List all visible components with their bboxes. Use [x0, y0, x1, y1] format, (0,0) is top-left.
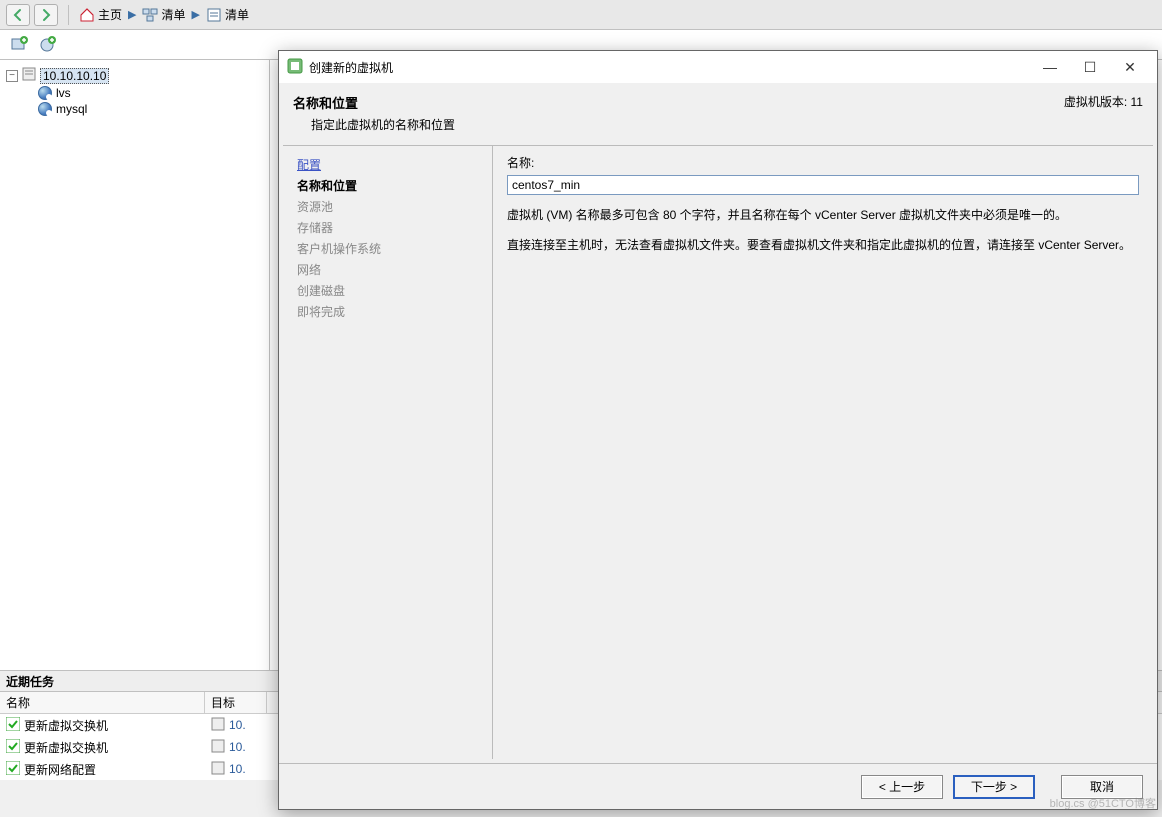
- step-storage: 存储器: [297, 217, 478, 238]
- new-vm-icon[interactable]: [10, 35, 30, 55]
- task-name: 更新虚拟交换机: [24, 717, 108, 734]
- tree-collapse-icon[interactable]: −: [6, 70, 18, 82]
- window-minimize-button[interactable]: —: [1037, 59, 1063, 75]
- new-resource-icon[interactable]: [38, 35, 58, 55]
- step-name-location[interactable]: 名称和位置: [297, 175, 478, 196]
- name-hint-2: 直接连接至主机时，无法查看虚拟机文件夹。要查看虚拟机文件夹和指定此虚拟机的位置，…: [507, 235, 1139, 255]
- breadcrumb-inventory2-label: 清单: [225, 6, 249, 23]
- window-close-button[interactable]: ✕: [1117, 59, 1143, 76]
- dialog-footer: < 上一步 下一步 > 取消: [279, 763, 1157, 809]
- back-button[interactable]: < 上一步: [861, 775, 943, 799]
- watermark: blog.cs @51CTO博客: [1050, 795, 1156, 811]
- name-hint-1: 虚拟机 (VM) 名称最多可包含 80 个字符，并且名称在每个 vCenter …: [507, 205, 1139, 225]
- host-icon: [22, 67, 36, 84]
- breadcrumb-home-label: 主页: [98, 6, 122, 23]
- dialog-header-subtitle: 指定此虚拟机的名称和位置: [293, 116, 455, 133]
- step-network: 网络: [297, 259, 478, 280]
- task-target: 10.: [229, 740, 246, 754]
- task-name: 更新虚拟交换机: [24, 739, 108, 756]
- tree-vm-lvs[interactable]: lvs: [4, 85, 265, 101]
- step-config[interactable]: 配置: [297, 154, 478, 175]
- inventory-tree: − 10.10.10.10 lvs mysql: [0, 60, 270, 670]
- home-icon: [79, 7, 95, 23]
- toolbar-divider: [68, 5, 69, 25]
- breadcrumb-inventory-2[interactable]: 清单: [206, 6, 249, 23]
- task-status-ok-icon: [6, 761, 20, 778]
- breadcrumb-separator-icon: ▶: [192, 8, 200, 21]
- vm-name-input[interactable]: [507, 175, 1139, 195]
- step-guest-os: 客户机操作系统: [297, 238, 478, 259]
- inventory-icon: [206, 7, 222, 23]
- breadcrumb-home[interactable]: 主页: [79, 6, 122, 23]
- breadcrumb-separator-icon: ▶: [128, 8, 136, 21]
- task-col-target[interactable]: 目标: [205, 692, 267, 713]
- tree-vm-mysql[interactable]: mysql: [4, 101, 265, 117]
- task-col-name[interactable]: 名称: [0, 692, 205, 713]
- inventory-icon: [142, 7, 158, 23]
- dialog-body: 配置 名称和位置 资源池 存储器 客户机操作系统 网络 创建磁盘 即将完成 名称…: [283, 145, 1153, 759]
- wizard-steps: 配置 名称和位置 资源池 存储器 客户机操作系统 网络 创建磁盘 即将完成: [283, 146, 493, 759]
- dialog-header-title: 名称和位置: [293, 93, 455, 112]
- task-target: 10.: [229, 762, 246, 776]
- breadcrumb: 主页 ▶ 清单 ▶ 清单: [79, 6, 249, 23]
- host-icon: [211, 761, 225, 778]
- host-icon: [211, 717, 225, 734]
- step-resource-pool: 资源池: [297, 196, 478, 217]
- task-name: 更新网络配置: [24, 761, 96, 778]
- window-maximize-button[interactable]: ☐: [1077, 59, 1103, 76]
- main-toolbar: 主页 ▶ 清单 ▶ 清单: [0, 0, 1162, 30]
- nav-forward-button[interactable]: [34, 4, 58, 26]
- host-icon: [211, 739, 225, 756]
- tree-vm-mysql-label: mysql: [56, 102, 87, 116]
- name-label: 名称:: [507, 154, 1139, 171]
- breadcrumb-inventory-1[interactable]: 清单: [142, 6, 185, 23]
- recent-tasks-title: 近期任务: [6, 673, 54, 690]
- step-create-disk: 创建磁盘: [297, 280, 478, 301]
- dialog-header: 名称和位置 指定此虚拟机的名称和位置 虚拟机版本: 11: [279, 83, 1157, 141]
- vsphere-icon: [287, 58, 303, 77]
- vm-icon: [38, 86, 52, 100]
- step-ready-complete: 即将完成: [297, 301, 478, 322]
- dialog-title: 创建新的虚拟机: [309, 59, 1031, 76]
- next-button[interactable]: 下一步 >: [953, 775, 1035, 799]
- new-vm-dialog: 创建新的虚拟机 — ☐ ✕ 名称和位置 指定此虚拟机的名称和位置 虚拟机版本: …: [278, 50, 1158, 810]
- dialog-titlebar[interactable]: 创建新的虚拟机 — ☐ ✕: [279, 51, 1157, 83]
- tree-vm-lvs-label: lvs: [56, 86, 71, 100]
- breadcrumb-inventory1-label: 清单: [161, 6, 185, 23]
- task-status-ok-icon: [6, 739, 20, 756]
- task-status-ok-icon: [6, 717, 20, 734]
- dialog-form: 名称: 虚拟机 (VM) 名称最多可包含 80 个字符，并且名称在每个 vCen…: [493, 146, 1153, 759]
- vm-version-label: 虚拟机版本: 11: [1064, 93, 1143, 133]
- nav-back-button[interactable]: [6, 4, 30, 26]
- tree-host-node[interactable]: − 10.10.10.10: [4, 66, 265, 85]
- vm-icon: [38, 102, 52, 116]
- task-target: 10.: [229, 718, 246, 732]
- tree-host-label: 10.10.10.10: [40, 68, 109, 84]
